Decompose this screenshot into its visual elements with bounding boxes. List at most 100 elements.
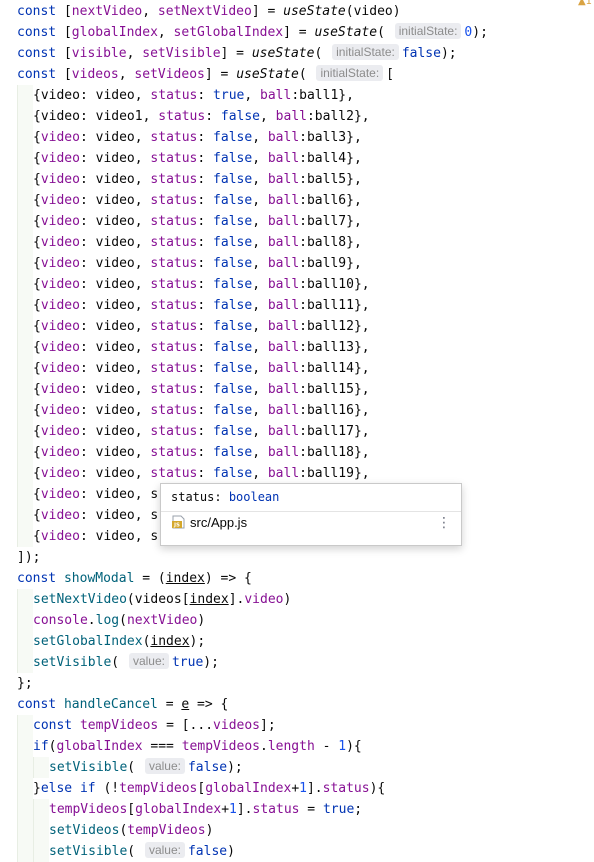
code-token: video <box>40 340 80 355</box>
code-token: : video1, <box>79 109 159 124</box>
indent-guide <box>17 631 33 652</box>
code-token: false <box>213 424 253 439</box>
popup-file-name: src/App.js <box>190 515 248 530</box>
code-line[interactable]: {video: video1, status: false, ball:ball… <box>0 106 594 127</box>
code-line[interactable]: }else if (!tempVideos[globalIndex+1].sta… <box>0 778 594 799</box>
code-text: {video: video, s <box>33 505 158 526</box>
code-line[interactable]: if(globalIndex === tempVideos.length - 1… <box>0 736 594 757</box>
code-line[interactable]: {video: video, status: false, ball:ball5… <box>0 169 594 190</box>
code-token: ball <box>267 277 300 292</box>
code-line[interactable]: {video: video, status: false, ball:ball3… <box>0 127 594 148</box>
quick-documentation-popup[interactable]: status: boolean JS src/App.js ⋮ <box>160 483 462 546</box>
code-line[interactable]: const handleCancel = e => { <box>0 694 594 715</box>
code-line[interactable]: }; <box>0 673 594 694</box>
code-line[interactable]: setVisible( value: false) <box>0 841 594 862</box>
code-token: setVisible <box>49 760 128 775</box>
code-token: false <box>213 172 253 187</box>
code-line[interactable]: {video: video, status: false, ball:ball1… <box>0 358 594 379</box>
code-text: console.log(nextVideo) <box>33 610 205 631</box>
indent-guide <box>17 232 33 253</box>
code-text: {video: video, status: false, ball:ball7… <box>33 211 362 232</box>
indent-guide <box>17 421 33 442</box>
code-line[interactable]: setGlobalIndex(index); <box>0 631 594 652</box>
code-token: const <box>17 4 64 19</box>
code-line[interactable]: {video: video, status: false, ball:ball4… <box>0 148 594 169</box>
code-line[interactable]: const tempVideos = [...videos]; <box>0 715 594 736</box>
indent-guide <box>17 799 33 820</box>
code-line[interactable]: const [videos, setVideos] = useState( in… <box>0 64 594 85</box>
code-line[interactable]: {video: video, status: false, ball:ball1… <box>0 274 594 295</box>
code-token: useState <box>251 46 315 61</box>
code-line[interactable]: setVideos(tempVideos) <box>0 820 594 841</box>
code-line[interactable]: {video: video, status: false, ball:ball1… <box>0 400 594 421</box>
code-token: video <box>40 508 80 523</box>
code-line[interactable]: {video: video, status: false, ball:ball1… <box>0 337 594 358</box>
code-token: ){ <box>369 781 386 796</box>
code-token: ]. <box>306 781 323 796</box>
code-token: true <box>322 802 355 817</box>
code-token: : video, <box>79 361 151 376</box>
code-line[interactable]: const [visible, setVisible] = useState( … <box>0 43 594 64</box>
code-line[interactable]: const [nextVideo, setNextVideo] = useSta… <box>0 1 594 22</box>
code-token: ); <box>203 655 219 670</box>
code-token: :ball3}, <box>299 130 362 145</box>
code-token: :ball17}, <box>299 424 370 439</box>
code-token: globalIndex <box>71 25 158 40</box>
code-token: video <box>40 487 80 502</box>
code-token: :ball10}, <box>299 277 370 292</box>
code-line[interactable]: {video: video, status: false, ball:ball1… <box>0 379 594 400</box>
code-token: false <box>213 340 253 355</box>
indent-guide <box>17 316 33 337</box>
warning-icon[interactable]: ▲1 <box>578 0 592 7</box>
code-token: ball <box>267 445 300 460</box>
code-token: : video, <box>79 403 151 418</box>
code-line[interactable]: ]); <box>0 547 594 568</box>
code-line[interactable]: {video: video, status: false, ball:ball8… <box>0 232 594 253</box>
code-token: ball <box>267 214 300 229</box>
code-text: }; <box>17 673 33 694</box>
code-line[interactable]: {video: video, status: false, ball:ball1… <box>0 463 594 484</box>
code-token: setVisible <box>33 655 112 670</box>
code-token: : video, <box>79 151 151 166</box>
code-line[interactable]: {video: video, status: false, ball:ball1… <box>0 442 594 463</box>
indent-guide <box>17 127 33 148</box>
code-token: :ball6}, <box>299 193 362 208</box>
code-token: ball <box>267 172 300 187</box>
code-line[interactable]: {video: video, status: false, ball:ball1… <box>0 316 594 337</box>
code-editor[interactable]: const [nextVideo, setNextVideo] = useSta… <box>0 0 594 862</box>
code-line[interactable]: const showModal = (index) => { <box>0 568 594 589</box>
code-line[interactable]: {video: video, status: true, ball:ball1}… <box>0 85 594 106</box>
code-line[interactable]: const [globalIndex, setGlobalIndex] = us… <box>0 22 594 43</box>
code-text: const [visible, setVisible] = useState( … <box>17 43 457 64</box>
code-line[interactable]: {video: video, status: false, ball:ball1… <box>0 295 594 316</box>
code-token: ball <box>267 193 300 208</box>
code-text: {video: video, status: false, ball:ball9… <box>33 253 362 274</box>
code-token: tempVideos <box>119 781 198 796</box>
vertical-ellipsis-icon[interactable]: ⋮ <box>437 516 451 530</box>
code-line[interactable]: {video: video, status: false, ball:ball7… <box>0 211 594 232</box>
indent-guide <box>17 652 33 673</box>
code-text: setVisible( value: false) <box>49 841 235 862</box>
code-line[interactable]: {video: video, status: false, ball:ball6… <box>0 190 594 211</box>
code-line[interactable]: tempVideos[globalIndex+1].status = true; <box>0 799 594 820</box>
code-token: [ <box>63 46 72 61</box>
code-token: : <box>197 151 214 166</box>
code-line[interactable]: setVisible( value: true); <box>0 652 594 673</box>
code-token: , <box>252 466 268 481</box>
popup-file-link[interactable]: JS src/App.js <box>172 514 247 532</box>
code-token: : video, <box>79 340 151 355</box>
code-line[interactable]: {video: video, status: false, ball:ball1… <box>0 421 594 442</box>
code-token: { <box>33 508 41 523</box>
code-token: : video, <box>79 298 151 313</box>
code-token: tempVideos <box>181 739 260 754</box>
code-token: video <box>40 445 80 460</box>
code-line[interactable]: setNextVideo(videos[index].video) <box>0 589 594 610</box>
code-text: {video: video, status: false, ball:ball1… <box>33 337 370 358</box>
code-token: = <box>157 697 182 712</box>
code-line[interactable]: {video: video, status: false, ball:ball9… <box>0 253 594 274</box>
code-token: log <box>95 613 120 628</box>
code-token: ); <box>472 25 488 40</box>
code-line[interactable]: setVisible( value: false); <box>0 757 594 778</box>
code-token: 1 <box>299 781 307 796</box>
code-line[interactable]: console.log(nextVideo) <box>0 610 594 631</box>
